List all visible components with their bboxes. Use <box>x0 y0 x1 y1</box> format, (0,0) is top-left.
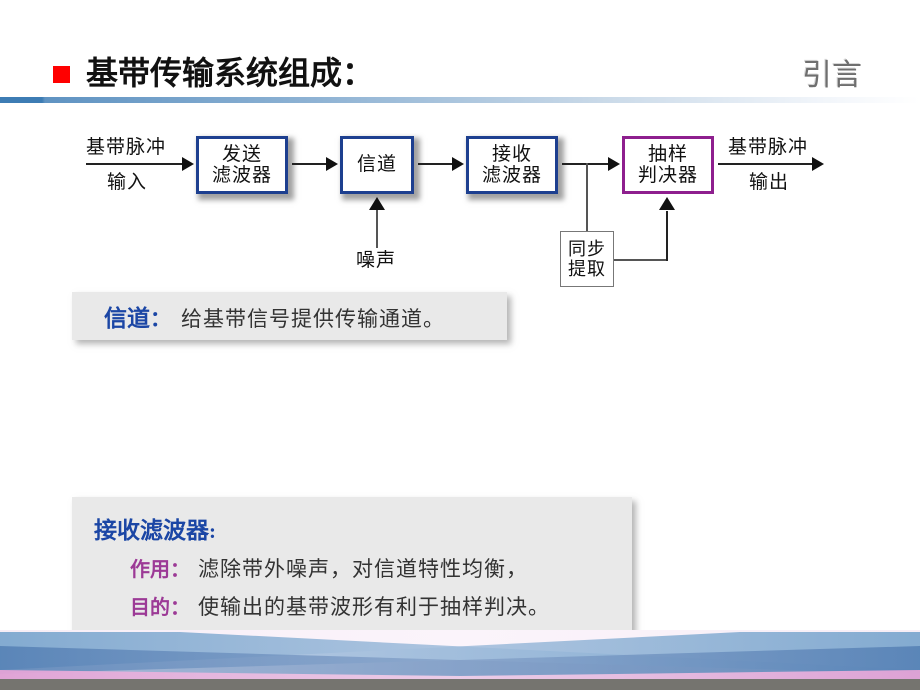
callout-receiver-row-1-value: 使输出的基带波形有利于抽样判决。 <box>198 595 550 619</box>
sync-feedback-arrow-head-icon <box>659 197 675 210</box>
input-label-bottom: 输入 <box>107 172 148 193</box>
noise-arrow-head-icon <box>369 197 385 210</box>
output-label-bottom: 输出 <box>749 172 790 193</box>
diagram-box-sync-extract[interactable]: 同步 提取 <box>560 231 614 287</box>
output-arrow-head-icon <box>812 157 824 171</box>
connector-transmit-to-channel <box>292 163 328 165</box>
diagram-box-sampler-decider[interactable]: 抽样 判决器 <box>622 136 714 194</box>
receive-filter-line1: 接收 <box>491 143 532 165</box>
callout-receiver-row-1-colon: ： <box>170 597 190 619</box>
connector-channel-to-receive <box>418 163 454 165</box>
header-divider <box>0 97 920 103</box>
output-arrow-shaft <box>718 163 814 165</box>
sync-feedback-horizontal <box>614 259 668 261</box>
connector-receive-to-sampler-arrow-icon <box>608 157 620 171</box>
input-arrow-head-icon <box>182 157 194 171</box>
callout-receiver: 接收滤波器 : 作用 ： 滤除带外噪声，对信道特性均衡， 目的 ： 使输出的基带… <box>72 497 632 645</box>
block-diagram: 基带脉冲 输入 发送 滤波器 信道 噪声 接收 滤波器 抽样 判决器 同步 提取… <box>0 105 920 290</box>
callout-channel: 信道 ： 给基带信号提供传输通道。 <box>72 292 507 340</box>
sync-extract-line2: 提取 <box>568 259 606 279</box>
title-bullet-icon <box>53 66 70 83</box>
callout-receiver-row-0-colon: ： <box>170 559 190 581</box>
transmit-filter-line1: 发送 <box>221 143 262 165</box>
diagram-box-transmit-filter[interactable]: 发送 滤波器 <box>196 136 288 194</box>
connector-channel-to-receive-arrow-icon <box>452 157 464 171</box>
callout-receiver-row: 作用 ： 滤除带外噪声，对信道特性均衡， <box>130 553 632 583</box>
callout-receiver-row-0-value: 滤除带外噪声，对信道特性均衡， <box>198 557 528 581</box>
input-label-top: 基带脉冲 <box>86 137 167 158</box>
bottom-bar <box>0 679 920 690</box>
channel-line1: 信道 <box>356 154 397 176</box>
diagram-box-receive-filter[interactable]: 接收 滤波器 <box>466 136 558 194</box>
callout-channel-description: 给基带信号提供传输通道。 <box>181 307 445 331</box>
output-label-top: 基带脉冲 <box>728 137 809 158</box>
tap-line-to-sync <box>586 163 588 231</box>
sampler-decider-line2: 判决器 <box>637 165 698 186</box>
input-arrow-shaft <box>86 163 184 165</box>
slide-header: 基带传输系统组成： 引言 <box>0 0 920 105</box>
diagram-box-channel[interactable]: 信道 <box>340 136 414 194</box>
sync-extract-line1: 同步 <box>568 238 606 259</box>
callout-channel-term: 信道 <box>104 306 150 332</box>
callout-receiver-row-0-key: 作用 <box>130 557 170 581</box>
section-label: 引言 <box>802 58 862 93</box>
noise-line <box>376 210 378 248</box>
receive-filter-line2: 滤波器 <box>481 165 542 186</box>
page-title: 基带传输系统组成： <box>86 54 375 92</box>
callout-receiver-row: 目的 ： 使输出的基带波形有利于抽样判决。 <box>130 591 632 621</box>
sampler-decider-line1: 抽样 <box>647 143 688 165</box>
noise-label: 噪声 <box>356 250 397 271</box>
callout-receiver-row-1-key: 目的 <box>130 595 170 619</box>
callout-receiver-heading: 接收滤波器 <box>94 518 209 544</box>
callout-receiver-heading-colon: : <box>209 519 216 543</box>
sync-feedback-vertical <box>666 211 668 261</box>
connector-transmit-to-channel-arrow-icon <box>326 157 338 171</box>
callout-channel-colon: ： <box>150 307 171 331</box>
transmit-filter-line2: 滤波器 <box>211 165 272 186</box>
bottom-decoration <box>0 630 920 690</box>
